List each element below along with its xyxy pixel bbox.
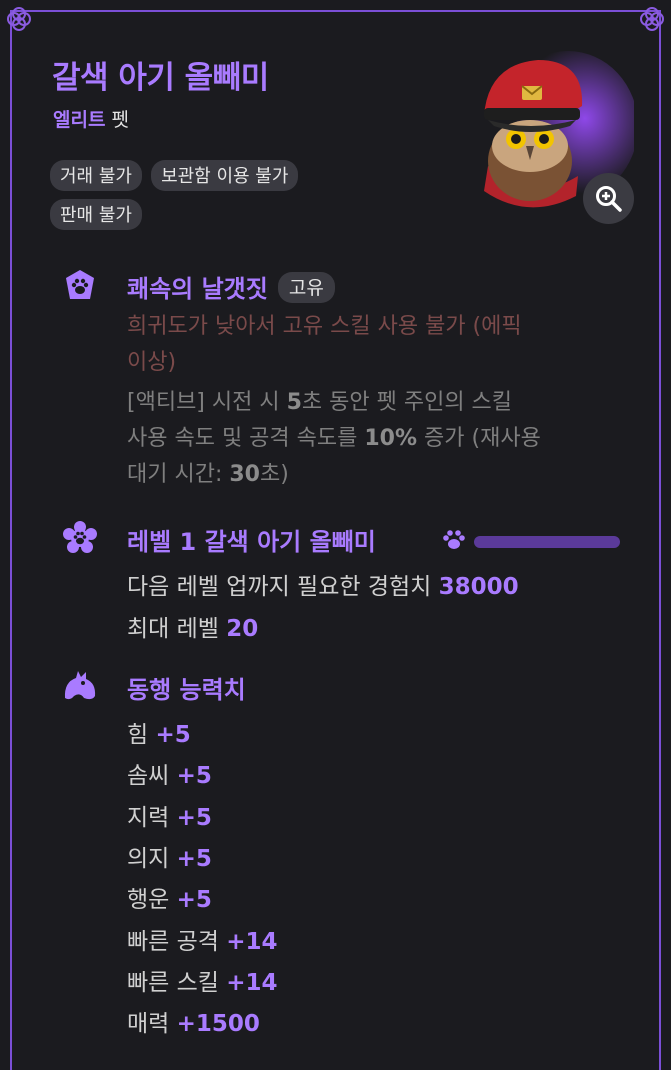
ornament-corner-icon xyxy=(7,7,31,31)
stat-label: 힘 xyxy=(127,722,156,748)
exp-value: 38000 xyxy=(438,574,519,600)
stat-value: +5 xyxy=(176,763,212,790)
desc-line: 대기 시간: 30초) xyxy=(127,462,289,487)
item-grade: 엘리트 xyxy=(53,109,106,131)
stat-row: 솜씨 +5 xyxy=(127,756,212,790)
stat-row: 빠른 스킬 +14 xyxy=(127,963,278,997)
tag-badge: 판매 불가 xyxy=(50,199,142,230)
paw-shield-icon xyxy=(66,270,94,299)
skill-restriction: 희귀도가 낮아서 고유 스킬 사용 불가 (에픽 이상) xyxy=(127,309,522,381)
stat-value: +5 xyxy=(176,887,212,914)
stat-row: 지력 +5 xyxy=(127,798,212,832)
item-kind: 펫 xyxy=(111,109,129,131)
exp-label: 다음 레벨 업까지 필요한 경험치 xyxy=(127,574,439,600)
paw-flower-icon xyxy=(63,521,97,553)
stat-value: +5 xyxy=(155,722,191,748)
level-title: 레벨 1 갈색 아기 올빼미 xyxy=(127,528,376,556)
stat-label: 지력 xyxy=(127,804,177,831)
exp-progress-bar xyxy=(474,536,620,548)
tag-badge: 보관함 이용 불가 xyxy=(151,160,299,191)
stat-label: 매력 xyxy=(127,1011,177,1038)
zoom-in-icon xyxy=(595,185,622,212)
stat-row: 빠른 공격 +14 xyxy=(127,922,278,956)
stat-value: +1500 xyxy=(176,1011,260,1038)
desc-line: [액티브] 시전 시 5초 동안 펫 주인의 스킬 xyxy=(127,390,513,415)
exp-line: 다음 레벨 업까지 필요한 경험치 38000 xyxy=(127,567,519,601)
stat-value: +5 xyxy=(176,804,212,831)
ornament-corner-icon xyxy=(640,7,664,31)
stat-label: 빠른 스킬 xyxy=(127,969,227,996)
zoom-button[interactable] xyxy=(583,173,634,224)
desc-line: 사용 속도 및 공격 속도를 10% 증가 (재사용 xyxy=(127,426,541,451)
stat-row: 매력 +1500 xyxy=(127,1004,260,1038)
stat-value: +14 xyxy=(226,928,278,955)
item-name: 갈색 아기 올빼미 xyxy=(52,60,269,96)
stat-row: 행운 +5 xyxy=(127,880,212,914)
stat-label: 의지 xyxy=(127,845,177,872)
max-level-line: 최대 레벨 20 xyxy=(127,609,258,643)
tag-list: 거래 불가 보관함 이용 불가 판매 불가 xyxy=(50,160,390,238)
tag-badge: 거래 불가 xyxy=(50,160,142,191)
unique-badge: 고유 xyxy=(277,272,335,303)
skill-title: 쾌속의 날갯짓 고유 xyxy=(127,269,335,304)
skill-name: 쾌속의 날갯짓 xyxy=(127,275,268,303)
stat-label: 빠른 공격 xyxy=(127,928,227,955)
pet-silhouette-icon xyxy=(64,671,96,700)
paw-icon xyxy=(443,530,465,549)
stat-value: +5 xyxy=(176,845,212,872)
stat-label: 행운 xyxy=(127,887,177,914)
stats-title: 동행 능력치 xyxy=(127,676,246,704)
item-grade-line: 엘리트 펫 xyxy=(53,105,129,132)
stat-value: +14 xyxy=(226,969,278,996)
skill-description: [액티브] 시전 시 5초 동안 펫 주인의 스킬 사용 속도 및 공격 속도를… xyxy=(127,385,541,493)
max-level-value: 20 xyxy=(226,616,259,642)
stat-row: 의지 +5 xyxy=(127,839,212,873)
restriction-line: 이상) xyxy=(127,350,177,375)
max-level-label: 최대 레벨 xyxy=(127,616,227,642)
stat-label: 솜씨 xyxy=(127,763,177,790)
stat-row: 힘 +5 xyxy=(127,715,191,749)
restriction-line: 희귀도가 낮아서 고유 스킬 사용 불가 (에픽 xyxy=(127,314,522,339)
